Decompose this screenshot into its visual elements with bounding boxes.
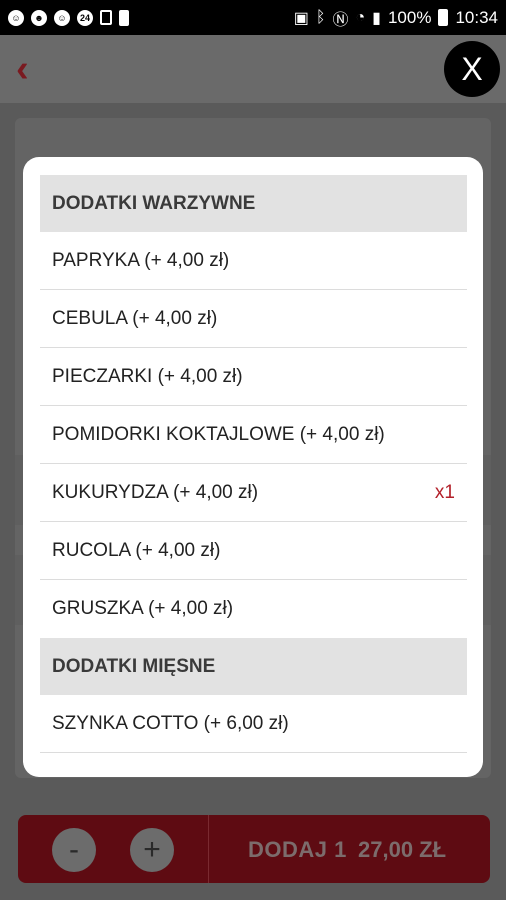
list-item[interactable]: POMIDORKI KOKTAJLOWE (+ 4,00 zł) bbox=[40, 406, 467, 464]
item-label: POMIDORKI KOKTAJLOWE (+ 4,00 zł) bbox=[52, 423, 385, 445]
chevron-left-icon: ‹ bbox=[16, 48, 29, 90]
battery-percent: 100% bbox=[387, 7, 432, 27]
smile-icon: ☺ bbox=[54, 9, 70, 26]
list-item[interactable]: KUKURYDZA (+ 4,00 zł) x1 bbox=[40, 464, 467, 522]
battery-small-icon bbox=[119, 9, 129, 26]
status-left-icons: ☺ ☻ ☺ 24 bbox=[8, 9, 129, 26]
battery-icon bbox=[438, 9, 449, 26]
list-item[interactable]: PAPRYKA (+ 4,00 zł) bbox=[40, 232, 467, 290]
list-item[interactable]: PIECZARKI (+ 4,00 zł) bbox=[40, 348, 467, 406]
increase-quantity-button[interactable]: + bbox=[130, 828, 174, 872]
addons-list: DODATKI WARZYWNE PAPRYKA (+ 4,00 zł) CEB… bbox=[40, 175, 467, 753]
lock-icon: ▣ bbox=[293, 9, 309, 27]
wifi-icon: ◔ bbox=[355, 8, 366, 26]
list-item[interactable]: SZYNKA COTTO (+ 6,00 zł) bbox=[40, 695, 467, 753]
status-bar: ☺ ☻ ☺ 24 ▣ ᛒ Ⓝ ◔ ▮ 100% 10:34 bbox=[0, 0, 506, 35]
24-icon: 24 bbox=[77, 9, 93, 26]
item-label: PAPRYKA (+ 4,00 zł) bbox=[52, 249, 230, 271]
total-price: 27,00 ZŁ bbox=[358, 837, 447, 862]
status-right-icons: ▣ ᛒ Ⓝ ◔ ▮ 100% 10:34 bbox=[294, 6, 498, 30]
plus-label: + bbox=[143, 833, 161, 866]
close-icon: X bbox=[461, 50, 483, 87]
clock: 10:34 bbox=[455, 7, 498, 27]
decrease-quantity-button[interactable]: - bbox=[52, 828, 96, 872]
app-bar: ‹ bbox=[0, 35, 506, 103]
addons-modal: DODATKI WARZYWNE PAPRYKA (+ 4,00 zł) CEB… bbox=[23, 157, 483, 777]
bluetooth-icon: ᛒ bbox=[315, 8, 326, 26]
section-header: DODATKI MIĘSNE bbox=[40, 638, 467, 695]
signal-icon: ▮ bbox=[372, 9, 381, 27]
minus-label: - bbox=[69, 833, 79, 866]
item-count: x1 bbox=[434, 481, 455, 503]
bottom-bar: - + DODAJ 1 27,00 ZŁ bbox=[18, 815, 490, 883]
item-label: GRUSZKA (+ 4,00 zł) bbox=[52, 598, 234, 619]
smile-icon: ☺ bbox=[8, 9, 24, 26]
list-item[interactable]: GRUSZKA (+ 4,00 zł) bbox=[40, 580, 467, 638]
back-button[interactable]: ‹ bbox=[16, 48, 46, 90]
smile-icon: ☻ bbox=[31, 9, 47, 26]
section-header: DODATKI WARZYWNE bbox=[40, 175, 467, 232]
list-item[interactable]: RUCOLA (+ 4,00 zł) bbox=[40, 522, 467, 580]
close-modal-button[interactable]: X bbox=[444, 41, 500, 97]
checklist-icon bbox=[100, 10, 112, 25]
item-label: PIECZARKI (+ 4,00 zł) bbox=[52, 365, 243, 387]
divider bbox=[208, 815, 209, 883]
list-item[interactable]: CEBULA (+ 4,00 zł) bbox=[40, 290, 467, 348]
item-label: RUCOLA (+ 4,00 zł) bbox=[52, 539, 221, 561]
item-label: KUKURYDZA (+ 4,00 zł) bbox=[52, 481, 259, 503]
item-label: SZYNKA COTTO (+ 6,00 zł) bbox=[52, 712, 289, 734]
add-to-cart-button[interactable]: DODAJ 1 bbox=[248, 837, 347, 863]
nfc-icon: Ⓝ bbox=[332, 11, 349, 29]
item-label: CEBULA (+ 4,00 zł) bbox=[52, 307, 218, 329]
